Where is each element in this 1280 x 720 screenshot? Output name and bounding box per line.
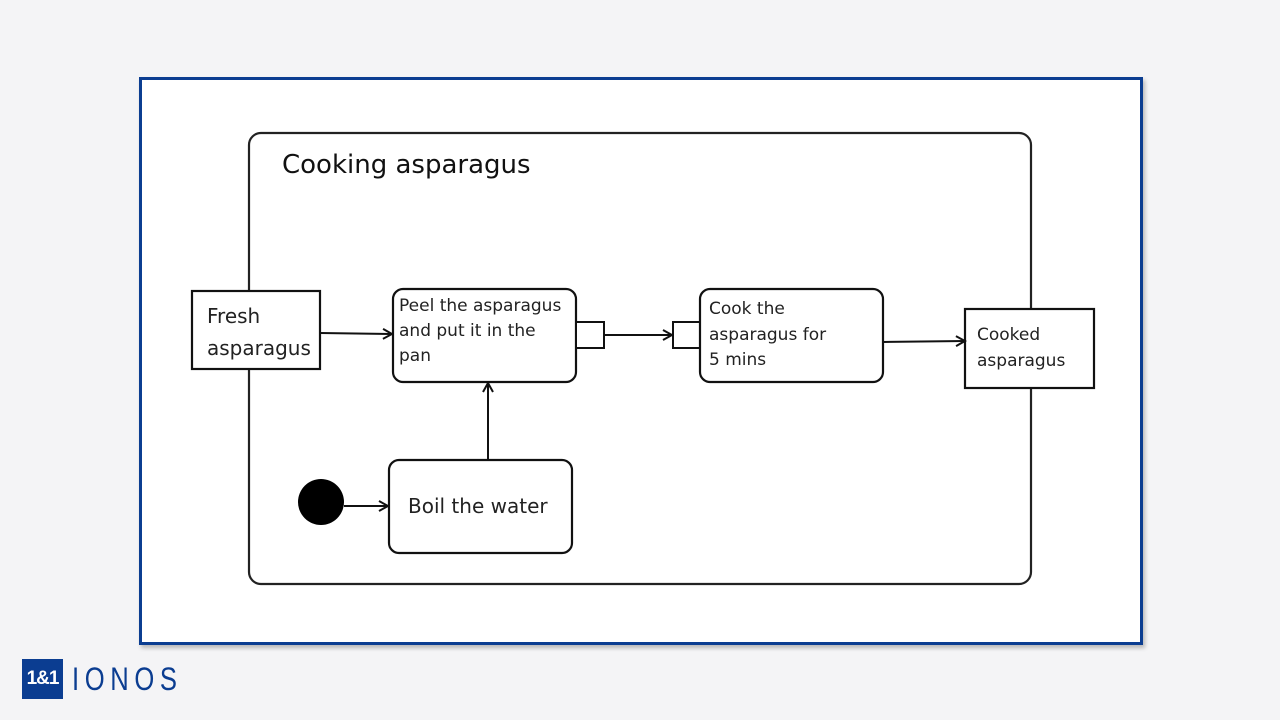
output-pin[interactable] [575, 321, 605, 349]
input-pin[interactable] [672, 321, 702, 349]
activity-title: Cooking asparagus [282, 150, 531, 180]
action-label-line: asparagus for [709, 325, 826, 345]
action-label-line: Peel the asparagus [399, 296, 561, 316]
edge-fresh-to-peel [319, 333, 392, 334]
object-label-line: Fresh [207, 304, 260, 328]
initial-node[interactable] [298, 479, 344, 525]
action-cook-asparagus[interactable]: Cook the asparagus for 5 mins [698, 287, 885, 384]
action-label-line: Cook the [709, 299, 785, 319]
action-boil-water[interactable]: Boil the water [387, 458, 574, 555]
activity-frame [247, 131, 1033, 586]
logo-text: IONOS [72, 660, 183, 697]
action-label-line: 5 mins [709, 350, 766, 370]
action-label-line: and put it in the [399, 321, 536, 341]
object-label-line: Cooked [977, 325, 1040, 345]
logo-box: 1&1 [22, 659, 63, 699]
activity-diagram: Cooking asparagus Fresh asparagus Peel t… [190, 131, 1096, 586]
brand-logo: 1&1 IONOS [22, 659, 210, 699]
object-label-line: asparagus [207, 336, 311, 360]
object-label-line: asparagus [977, 351, 1065, 371]
action-label: Boil the water [408, 494, 548, 518]
object-node-cooked-asparagus[interactable]: Cooked asparagus [963, 307, 1096, 390]
object-node-fresh-asparagus[interactable]: Fresh asparagus [190, 289, 322, 371]
action-peel-asparagus[interactable]: Peel the asparagus and put it in the pan [391, 287, 578, 384]
action-label-line: pan [399, 346, 431, 366]
edge-cook-to-cooked [882, 341, 965, 342]
